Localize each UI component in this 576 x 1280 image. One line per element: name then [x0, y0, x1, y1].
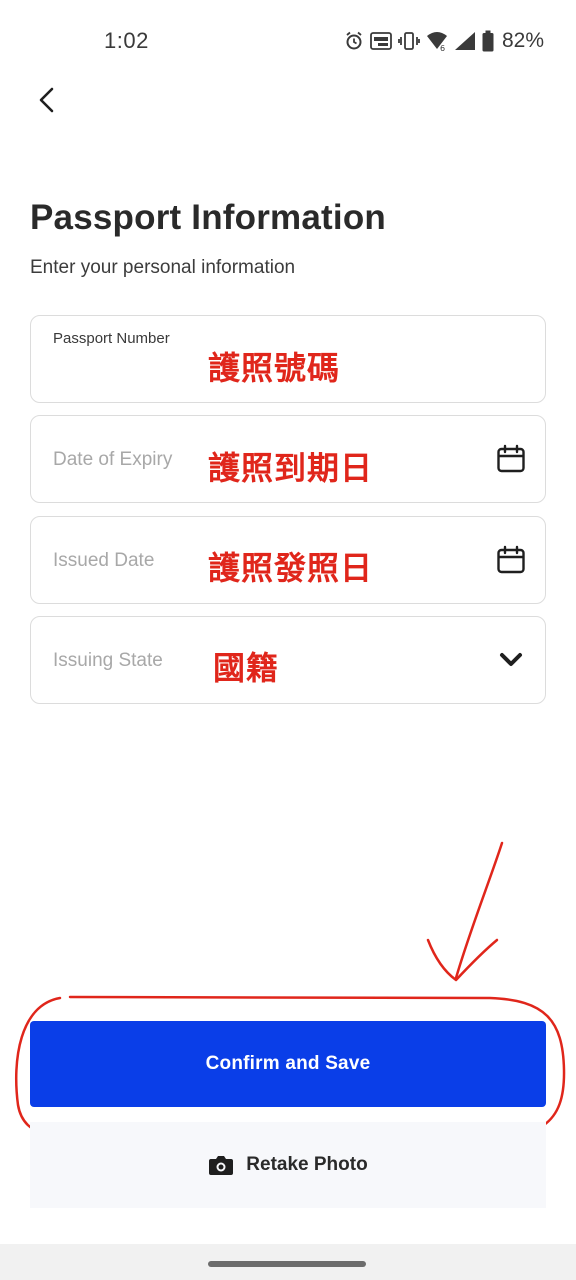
camera-icon: [209, 1156, 234, 1175]
page-title: Passport Information: [30, 198, 386, 237]
date-of-expiry-placeholder: Date of Expiry: [53, 449, 173, 470]
status-bar: 1:02 6 82%: [0, 0, 576, 84]
calendar-icon[interactable]: [495, 443, 527, 475]
battery-icon: [482, 30, 494, 52]
chevron-left-icon: [39, 87, 54, 113]
retake-photo-label: Retake Photo: [246, 1154, 368, 1175]
system-nav-bar: [0, 1244, 576, 1280]
date-of-expiry-annotation: 護照到期日: [208, 449, 374, 487]
passport-number-annotation: 護照號碼: [208, 349, 341, 387]
page-subtitle: Enter your personal information: [30, 257, 296, 278]
svg-text:6: 6: [440, 44, 445, 52]
passport-number-label: Passport Number: [53, 330, 170, 347]
confirm-and-save-label: Confirm and Save: [205, 1053, 371, 1074]
status-icons: 6 82%: [344, 28, 544, 54]
home-indicator[interactable]: [208, 1261, 366, 1267]
battery-percentage: 82%: [501, 29, 544, 52]
status-time: 1:02: [104, 28, 149, 53]
issuing-state-dropdown[interactable]: Issuing State: [30, 616, 546, 704]
calendar-icon[interactable]: [495, 544, 527, 576]
wifi-icon: 6: [426, 30, 448, 52]
chevron-down-icon[interactable]: [495, 644, 527, 676]
auto-brightness-icon: [370, 31, 392, 51]
back-button[interactable]: [26, 80, 66, 120]
vibrate-icon: [398, 31, 420, 51]
confirm-and-save-button[interactable]: Confirm and Save: [30, 1021, 546, 1107]
issuing-state-placeholder: Issuing State: [53, 650, 163, 671]
issuing-state-annotation: 國籍: [213, 649, 280, 687]
signal-icon: [454, 31, 476, 51]
issued-date-placeholder: Issued Date: [53, 550, 155, 571]
issued-date-annotation: 護照發照日: [208, 549, 374, 587]
alarm-icon: [344, 31, 364, 51]
retake-photo-button[interactable]: Retake Photo: [30, 1122, 546, 1208]
